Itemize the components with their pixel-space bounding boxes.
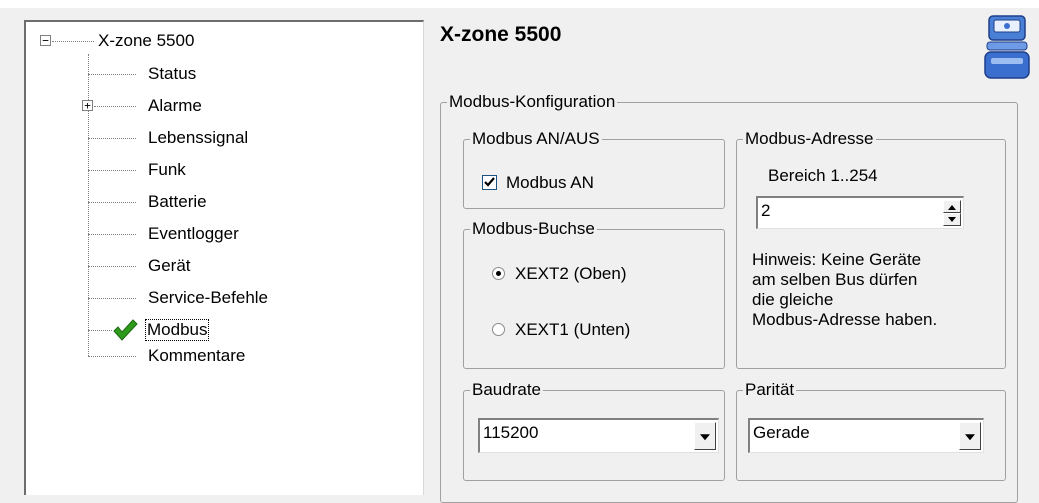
address-hint-line-1: Hinweis: Keine Geräte (752, 250, 922, 269)
parity-value[interactable]: Gerade (753, 423, 810, 442)
modbus-socket-group: Modbus-Buchse (463, 220, 725, 369)
modbus-socket-legend: Modbus-Buchse (472, 219, 595, 238)
tree-connector (88, 234, 136, 235)
radio-selected-icon[interactable] (492, 267, 505, 280)
radio-unselected-icon[interactable] (492, 323, 505, 336)
tree-root-label[interactable]: X-zone 5500 (98, 31, 194, 51)
tree-connector (88, 298, 136, 299)
spin-buttons[interactable] (943, 200, 961, 226)
baudrate-legend: Baudrate (472, 380, 541, 399)
collapse-icon[interactable]: − (40, 35, 51, 46)
tree-item-status[interactable]: Status (148, 64, 196, 84)
tree-connector (88, 74, 136, 75)
address-hint-line-4: Modbus-Adresse haben. (752, 310, 938, 329)
tree-item-alarme[interactable]: Alarme (148, 96, 202, 116)
tree-item-lebenssignal[interactable]: Lebenssignal (148, 128, 248, 148)
parity-legend: Parität (745, 380, 795, 399)
checkbox-icon[interactable] (482, 175, 497, 190)
modbus-address-value[interactable]: 2 (761, 201, 770, 220)
radio-xext2-label: XEXT2 (Oben) (515, 264, 627, 283)
page-title: X-zone 5500 (440, 23, 562, 46)
radio-xext2[interactable]: XEXT2 (Oben) (492, 264, 627, 284)
radio-xext1-label: XEXT1 (Unten) (515, 320, 631, 339)
baudrate-dropdown[interactable]: 115200 (478, 418, 719, 453)
tree-item-geraet[interactable]: Gerät (148, 256, 191, 276)
modbus-onoff-legend: Modbus AN/AUS (472, 129, 600, 148)
tree-connector (52, 41, 94, 42)
modbus-onoff-group: Modbus AN/AUS (463, 130, 725, 209)
navigation-tree[interactable]: − X-zone 5500 Status + Alarme Lebenssign… (24, 20, 424, 495)
tree-item-service-befehle[interactable]: Service-Befehle (148, 288, 268, 308)
chevron-down-icon[interactable] (959, 422, 981, 450)
tree-connector (88, 356, 136, 357)
expand-icon[interactable]: + (82, 100, 93, 111)
tree-connector (88, 266, 136, 267)
modbus-an-label: Modbus AN (506, 173, 594, 192)
tree-item-modbus[interactable]: Modbus (144, 319, 210, 341)
radio-xext1[interactable]: XEXT1 (Unten) (492, 320, 630, 340)
tree-item-eventlogger[interactable]: Eventlogger (148, 224, 239, 244)
tree-connector (94, 106, 136, 107)
tree-item-funk[interactable]: Funk (148, 160, 186, 180)
address-hint-line-3: die gleiche (752, 290, 834, 309)
tree-connector (88, 202, 136, 203)
address-range-label: Bereich 1..254 (768, 166, 878, 185)
address-hint-line-2: am selben Bus dürfen (752, 270, 918, 289)
tree-connector (88, 170, 136, 171)
modbus-address-legend: Modbus-Adresse (745, 129, 874, 148)
tree-connector (88, 330, 112, 331)
checkmark-icon (113, 319, 138, 341)
modbus-config-legend: Modbus-Konfiguration (449, 92, 616, 111)
tree-item-kommentare[interactable]: Kommentare (148, 346, 245, 366)
tree-item-batterie[interactable]: Batterie (148, 192, 207, 212)
baudrate-value[interactable]: 115200 (483, 423, 538, 442)
modbus-an-checkbox[interactable]: Modbus AN (482, 173, 594, 193)
modbus-address-spinbox[interactable]: 2 (756, 196, 964, 229)
spin-up-icon[interactable] (943, 200, 961, 213)
device-icon (984, 15, 1030, 79)
spin-down-icon[interactable] (943, 213, 961, 226)
tree-connector (88, 138, 136, 139)
parity-dropdown[interactable]: Gerade (748, 418, 984, 453)
window-top-strip (0, 0, 1039, 8)
chevron-down-icon[interactable] (694, 422, 716, 450)
